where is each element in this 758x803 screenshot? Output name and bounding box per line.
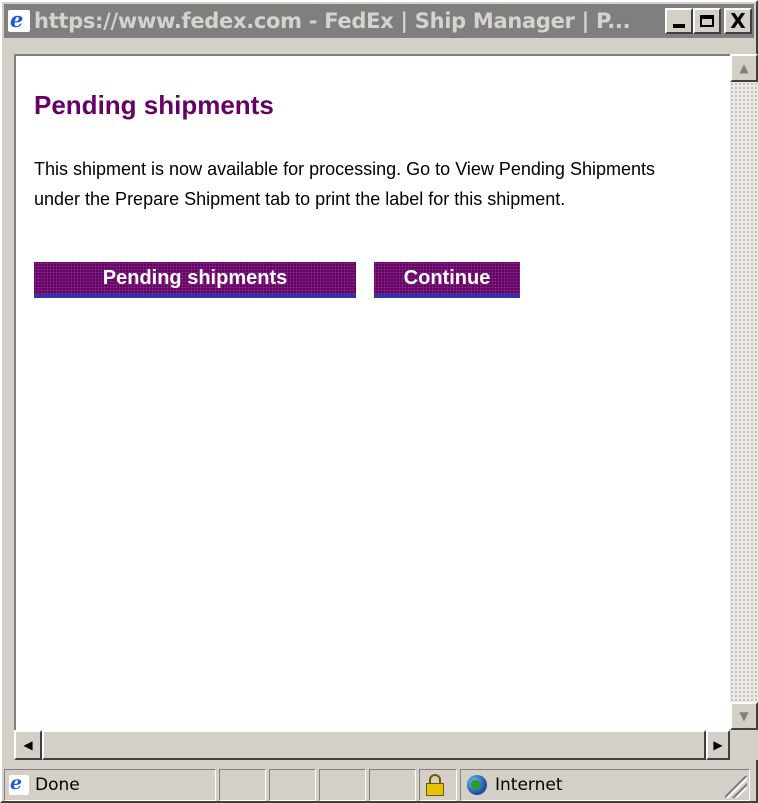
status-pane <box>219 769 266 801</box>
scroll-left-button[interactable]: ◀ <box>14 730 42 760</box>
caption-buttons: X <box>665 8 752 34</box>
status-bar: e Done Internet <box>4 766 758 803</box>
status-pane <box>269 769 316 801</box>
chevron-up-icon: ▲ <box>739 61 749 75</box>
ie-page-icon: e <box>9 772 29 795</box>
minimize-icon <box>673 24 685 28</box>
security-pane[interactable] <box>419 769 457 801</box>
window-title: https://www.fedex.com - FedEx | Ship Man… <box>34 9 631 33</box>
pending-shipments-button[interactable]: Pending shipments <box>34 262 356 298</box>
zone-text: Internet <box>495 775 563 795</box>
status-pane <box>369 769 416 801</box>
resize-grip-icon[interactable] <box>725 776 747 798</box>
maximize-icon <box>700 15 714 27</box>
chevron-down-icon: ▼ <box>739 709 749 723</box>
page-content: Pending shipments This shipment is now a… <box>14 54 730 730</box>
scroll-right-button[interactable]: ▶ <box>706 730 730 760</box>
minimize-button[interactable] <box>665 8 693 34</box>
maximize-button[interactable] <box>693 8 721 34</box>
scroll-up-button[interactable]: ▲ <box>730 54 758 82</box>
browser-window: e https://www.fedex.com - FedEx | Ship M… <box>0 0 758 803</box>
status-pane <box>319 769 366 801</box>
continue-button[interactable]: Continue <box>374 262 520 298</box>
horizontal-scrollbar[interactable]: ◀ ▶ <box>14 730 730 760</box>
vertical-scrollbar[interactable]: ▲ ▼ <box>730 54 758 730</box>
status-message: This shipment is now available for proce… <box>34 159 655 209</box>
scrollbar-corner <box>730 730 758 760</box>
close-button[interactable]: X <box>724 8 752 34</box>
ie-icon[interactable]: e <box>8 7 30 32</box>
title-bar[interactable]: e https://www.fedex.com - FedEx | Ship M… <box>4 4 754 38</box>
status-pane-text: e Done <box>4 769 216 801</box>
status-text: Done <box>35 775 80 795</box>
close-icon: X <box>730 9 746 33</box>
chevron-right-icon: ▶ <box>713 738 723 752</box>
zone-pane[interactable]: Internet <box>460 769 750 801</box>
page-title: Pending shipments <box>34 90 274 120</box>
horizontal-scroll-thumb[interactable] <box>42 730 706 760</box>
padlock-icon <box>426 774 444 796</box>
chevron-left-icon: ◀ <box>23 738 33 752</box>
action-buttons: Pending shipments Continue <box>34 262 520 298</box>
scroll-down-button[interactable]: ▼ <box>730 702 758 730</box>
globe-icon <box>467 775 487 795</box>
